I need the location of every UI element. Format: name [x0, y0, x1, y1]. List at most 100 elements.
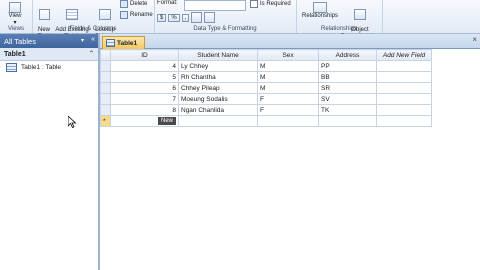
cell-address[interactable]: SV: [318, 93, 377, 105]
cell-student-name[interactable]: Moeung Sodalis: [178, 93, 258, 105]
fields-columns-group: New Field Add Existing Fields Lookup Col…: [32, 0, 155, 40]
row-selector[interactable]: [100, 60, 111, 72]
cell-add-new-field[interactable]: [376, 82, 432, 94]
cell-address[interactable]: BB: [318, 71, 377, 83]
cell-student-name[interactable]: Chhey Pileap: [178, 82, 258, 94]
cell-id[interactable]: 8: [110, 104, 179, 116]
percent-button[interactable]: %: [168, 13, 180, 22]
delete-icon: [120, 0, 128, 8]
fields-columns-group-label: Fields & Columns: [69, 26, 117, 32]
column-header-address[interactable]: Address: [318, 49, 377, 61]
table-row: 5 Rh Chantha M BB: [100, 71, 432, 83]
object-dependencies-icon: [354, 9, 366, 20]
comma-button[interactable]: ,: [181, 13, 190, 22]
ribbon: View▾ Views New Field Add Existing Field…: [0, 0, 480, 40]
cell-add-new-field[interactable]: [376, 115, 432, 127]
cell-add-new-field[interactable]: [376, 93, 432, 105]
rename-button[interactable]: Rename: [120, 11, 153, 19]
header-row: ID Student Name Sex Address Add New Fiel…: [100, 49, 432, 61]
cell-id[interactable]: 5: [110, 71, 179, 83]
cell-add-new-field[interactable]: [376, 60, 432, 72]
document-area: Table1 × ID Student Name Sex Address Add…: [100, 34, 480, 270]
cell-id[interactable]: 4: [110, 60, 179, 72]
mouse-pointer-icon: [68, 116, 76, 128]
add-existing-fields-icon: [66, 9, 78, 20]
collapse-group-icon[interactable]: ⌃: [89, 50, 94, 57]
tab-label: Table1: [117, 39, 138, 47]
column-header-id[interactable]: ID: [110, 49, 179, 61]
cell-student-name[interactable]: [178, 115, 258, 127]
cell-student-name[interactable]: Ngan Chanlida: [178, 104, 258, 116]
select-all-cell[interactable]: [100, 49, 111, 61]
number-format-buttons: $ % ,: [157, 12, 216, 23]
tab-table1[interactable]: Table1: [102, 36, 145, 49]
new-record-row: * New: [100, 115, 432, 127]
checkbox-icon: [250, 0, 258, 8]
views-group-label: Views: [8, 26, 24, 32]
cell-sex[interactable]: F: [257, 104, 319, 116]
column-header-student-name[interactable]: Student Name: [178, 49, 258, 61]
cell-sex[interactable]: F: [257, 93, 319, 105]
close-icon[interactable]: ×: [472, 35, 477, 44]
increase-decimals-icon[interactable]: [191, 12, 203, 23]
table-icon: [106, 39, 115, 47]
nav-header-label: All Tables: [4, 36, 36, 46]
row-selector[interactable]: [100, 93, 111, 105]
is-required-label: Is Required: [260, 1, 291, 7]
lookup-column-icon: [99, 9, 111, 20]
cell-address[interactable]: SR: [318, 82, 377, 94]
relationships-icon: [313, 2, 327, 13]
views-group: View ▾ Views: [0, 0, 33, 33]
collapse-pane-icon[interactable]: «: [91, 36, 95, 43]
nav-group-table1[interactable]: Table1 ⌃: [0, 48, 98, 61]
document-tab-strip: Table1 ×: [100, 34, 480, 49]
cell-id[interactable]: 7: [110, 93, 179, 105]
new-row-marker[interactable]: *: [100, 115, 111, 127]
cell-id-new[interactable]: New: [110, 115, 179, 127]
datasheet: ID Student Name Sex Address Add New Fiel…: [100, 49, 432, 127]
table-icon: [6, 62, 17, 72]
delete-button[interactable]: Delete: [120, 0, 147, 8]
new-field-icon: [38, 9, 50, 20]
table-row: 7 Moeung Sodalis F SV: [100, 93, 432, 105]
format-label: Format:: [157, 0, 178, 6]
relationships-group: Relationships Object Dependencies Relati…: [296, 0, 383, 40]
row-selector[interactable]: [100, 82, 111, 94]
column-header-sex[interactable]: Sex: [257, 49, 319, 61]
column-header-add-new-field[interactable]: Add New Field: [376, 49, 432, 61]
delete-label: Delete: [130, 1, 148, 7]
relationships-group-label: Relationships: [320, 26, 358, 32]
navigation-pane: All Tables ▾ « Table1 ⌃ Table1 : Table: [0, 34, 100, 270]
format-row: Format:: [157, 0, 178, 6]
cell-address[interactable]: TK: [318, 104, 377, 116]
relationships-button[interactable]: Relationships: [300, 2, 340, 20]
cell-address[interactable]: PP: [318, 60, 377, 72]
cell-sex[interactable]: [257, 115, 319, 127]
cell-add-new-field[interactable]: [376, 71, 432, 83]
cell-address[interactable]: [318, 115, 377, 127]
new-record-label: New: [157, 117, 176, 125]
nav-item-table1[interactable]: Table1 : Table: [0, 61, 98, 73]
is-required-checkbox[interactable]: Is Required: [250, 0, 291, 8]
nav-item-label: Table1 : Table: [21, 63, 61, 71]
table-row: 8 Ngan Chanlida F TK: [100, 104, 432, 116]
view-button[interactable]: View ▾: [4, 2, 26, 27]
cell-sex[interactable]: M: [257, 60, 319, 72]
view-icon: [9, 2, 21, 13]
row-selector[interactable]: [100, 71, 111, 83]
cell-sex[interactable]: M: [257, 71, 319, 83]
decrease-decimals-icon[interactable]: [204, 12, 216, 23]
nav-header[interactable]: All Tables ▾ «: [0, 34, 98, 48]
cell-id[interactable]: 6: [110, 82, 179, 94]
currency-button[interactable]: $: [157, 13, 167, 22]
table-row: 4 Ly Chhey M PP: [100, 60, 432, 72]
cell-sex[interactable]: M: [257, 82, 319, 94]
table-row: 6 Chhey Pileap M SR: [100, 82, 432, 94]
cell-add-new-field[interactable]: [376, 104, 432, 116]
row-selector[interactable]: [100, 104, 111, 116]
cell-student-name[interactable]: Ly Chhey: [178, 60, 258, 72]
cell-student-name[interactable]: Rh Chantha: [178, 71, 258, 83]
format-dropdown[interactable]: [184, 0, 246, 11]
chevron-down-icon[interactable]: ▾: [81, 37, 84, 44]
data-type-group-label: Data Type & Formatting: [193, 26, 257, 32]
